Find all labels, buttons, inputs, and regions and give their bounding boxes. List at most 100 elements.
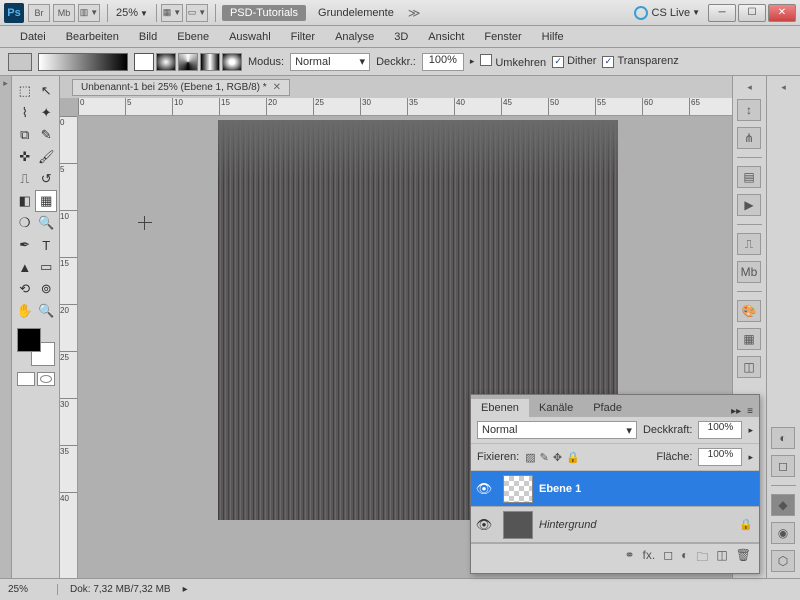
move-arrow-tool[interactable]: ↖ [36,80,58,102]
healing-tool[interactable]: ✜ [14,146,36,168]
new-layer-icon[interactable]: ◫ [716,548,727,569]
layer-name[interactable]: Hintergrund [539,519,739,531]
lock-transparency-icon[interactable]: ▨ [525,451,535,464]
opacity-input[interactable]: 100% [422,53,464,71]
layer-name[interactable]: Ebene 1 [539,483,759,495]
paths-panel-icon[interactable]: ⬡ [771,550,795,572]
history-panel-icon[interactable]: ↕ [737,99,761,121]
lock-position-icon[interactable]: ✥ [553,451,562,464]
layer-fill-input[interactable]: 100% [698,448,742,466]
blend-mode-select[interactable]: Normal▾ [290,53,370,71]
app-logo[interactable]: Ps [4,3,24,23]
menu-filter[interactable]: Filter [281,29,325,45]
workspace-crumb-active[interactable]: PSD-Tutorials [222,5,306,21]
status-menu-icon[interactable]: ▸ [183,584,188,595]
panel-collapse-icon[interactable]: ▸▸ [731,406,741,417]
tool-preset-picker[interactable] [8,53,32,71]
layer-blend-select[interactable]: Normal▾ [477,421,637,439]
gradient-diamond-button[interactable] [222,53,242,71]
hand-tool[interactable]: ✋ [14,300,36,322]
lock-paint-icon[interactable]: ✎ [540,451,549,464]
maximize-button[interactable]: ☐ [738,4,766,22]
bridge-button[interactable]: Br [28,4,50,22]
gradient-tool[interactable]: ▦ [35,190,57,212]
layer-style-icon[interactable]: fx. [643,548,656,569]
crop-tool[interactable]: ⧉ [14,124,36,146]
menu-ebene[interactable]: Ebene [167,29,219,45]
clone-panel-icon[interactable]: ⎍ [737,233,761,255]
layer-row[interactable]: 👁 Ebene 1 [471,471,759,507]
channels-panel-icon[interactable]: ◉ [771,522,795,544]
magic-wand-tool[interactable]: ✦ [36,102,58,124]
visibility-toggle-icon[interactable]: 👁 [471,481,497,497]
lasso-tool[interactable]: ⌇ [14,102,36,124]
panel-menu-icon[interactable]: ≡ [747,406,753,417]
tab-kanaele[interactable]: Kanäle [529,399,583,417]
history-brush-tool[interactable]: ↺ [36,168,58,190]
cs-live-button[interactable]: CS Live▼ [634,6,700,20]
view-extras-button[interactable]: ▥▼ [78,4,100,22]
standard-mode-button[interactable] [17,372,35,386]
lock-all-icon[interactable]: 🔒 [566,451,580,464]
menu-datei[interactable]: Datei [10,29,56,45]
gradient-reflected-button[interactable] [200,53,220,71]
document-tab[interactable]: Unbenannt-1 bei 25% (Ebene 1, RGB/8) * ✕ [72,79,290,96]
quickmask-mode-button[interactable] [37,372,55,386]
group-icon[interactable]: 🗀 [696,548,708,569]
color-swatches[interactable] [17,328,55,366]
horizontal-ruler[interactable]: 0510152025303540455055606570 [78,98,732,116]
color-panel-icon[interactable]: 🎨 [737,300,761,322]
foreground-color-swatch[interactable] [17,328,41,352]
type-tool[interactable]: T [36,234,58,256]
styles-panel-icon[interactable]: ◫ [737,356,761,378]
minibridge-panel-icon[interactable]: Mb [737,261,761,283]
status-doc-size[interactable]: Dok: 7,32 MB/7,32 MB [70,584,171,595]
layer-opacity-input[interactable]: 100% [698,421,742,439]
left-gutter[interactable]: ▸ [0,76,12,578]
brush-tool[interactable]: 🖌 [36,146,58,168]
menu-auswahl[interactable]: Auswahl [219,29,281,45]
status-zoom[interactable]: 25% [8,584,58,595]
eraser-tool[interactable]: ◧ [14,190,35,212]
stamp-tool[interactable]: ⎍ [14,168,36,190]
layer-thumbnail[interactable] [503,511,533,539]
layers-panel-icon[interactable]: ◆ [771,494,795,516]
layer-mask-icon[interactable]: ◻ [663,548,673,569]
minibridge-button[interactable]: Mb [53,4,75,22]
animation-panel-icon[interactable]: ▶ [737,194,761,216]
menu-ansicht[interactable]: Ansicht [418,29,474,45]
adjustment-layer-icon[interactable]: ◐ [681,548,688,569]
link-layers-icon[interactable]: ⚭ [624,548,634,569]
3d-camera-tool[interactable]: ⊚ [36,278,58,300]
transparency-checkbox[interactable]: Transparenz [602,55,678,68]
dither-checkbox[interactable]: Dither [552,55,596,68]
tab-pfade[interactable]: Pfade [583,399,632,417]
move-tool[interactable]: ⬚ [14,80,36,102]
path-select-tool[interactable]: ▲ [14,256,36,278]
swatches-panel-icon[interactable]: ▦ [737,328,761,350]
menu-bearbeiten[interactable]: Bearbeiten [56,29,129,45]
arrange-documents-button[interactable]: ▦▼ [161,4,183,22]
close-tab-icon[interactable]: ✕ [273,82,281,93]
workspace-crumb[interactable]: Grundelemente [310,5,402,21]
blur-tool[interactable]: ❍ [14,212,36,234]
actions-panel-icon[interactable]: ⋔ [737,127,761,149]
close-button[interactable]: ✕ [768,4,796,22]
vertical-ruler[interactable]: 0510152025303540 [60,116,78,578]
dodge-tool[interactable]: 🔍 [36,212,58,234]
menu-fenster[interactable]: Fenster [474,29,531,45]
properties-panel-icon[interactable]: ▤ [737,166,761,188]
gradient-angle-button[interactable] [178,53,198,71]
visibility-toggle-icon[interactable]: 👁 [471,517,497,533]
delete-layer-icon[interactable]: 🗑 [736,548,751,569]
menu-bild[interactable]: Bild [129,29,167,45]
menu-hilfe[interactable]: Hilfe [532,29,574,45]
screen-mode-button[interactable]: ▭▼ [186,4,208,22]
adjustments-panel-icon[interactable]: ◐ [771,427,795,449]
masks-panel-icon[interactable]: ◻ [771,455,795,477]
gradient-linear-button[interactable] [134,53,154,71]
gradient-picker[interactable] [38,53,128,71]
shape-tool[interactable]: ▭ [36,256,58,278]
menu-analyse[interactable]: Analyse [325,29,384,45]
layer-row[interactable]: 👁 Hintergrund 🔒 [471,507,759,543]
